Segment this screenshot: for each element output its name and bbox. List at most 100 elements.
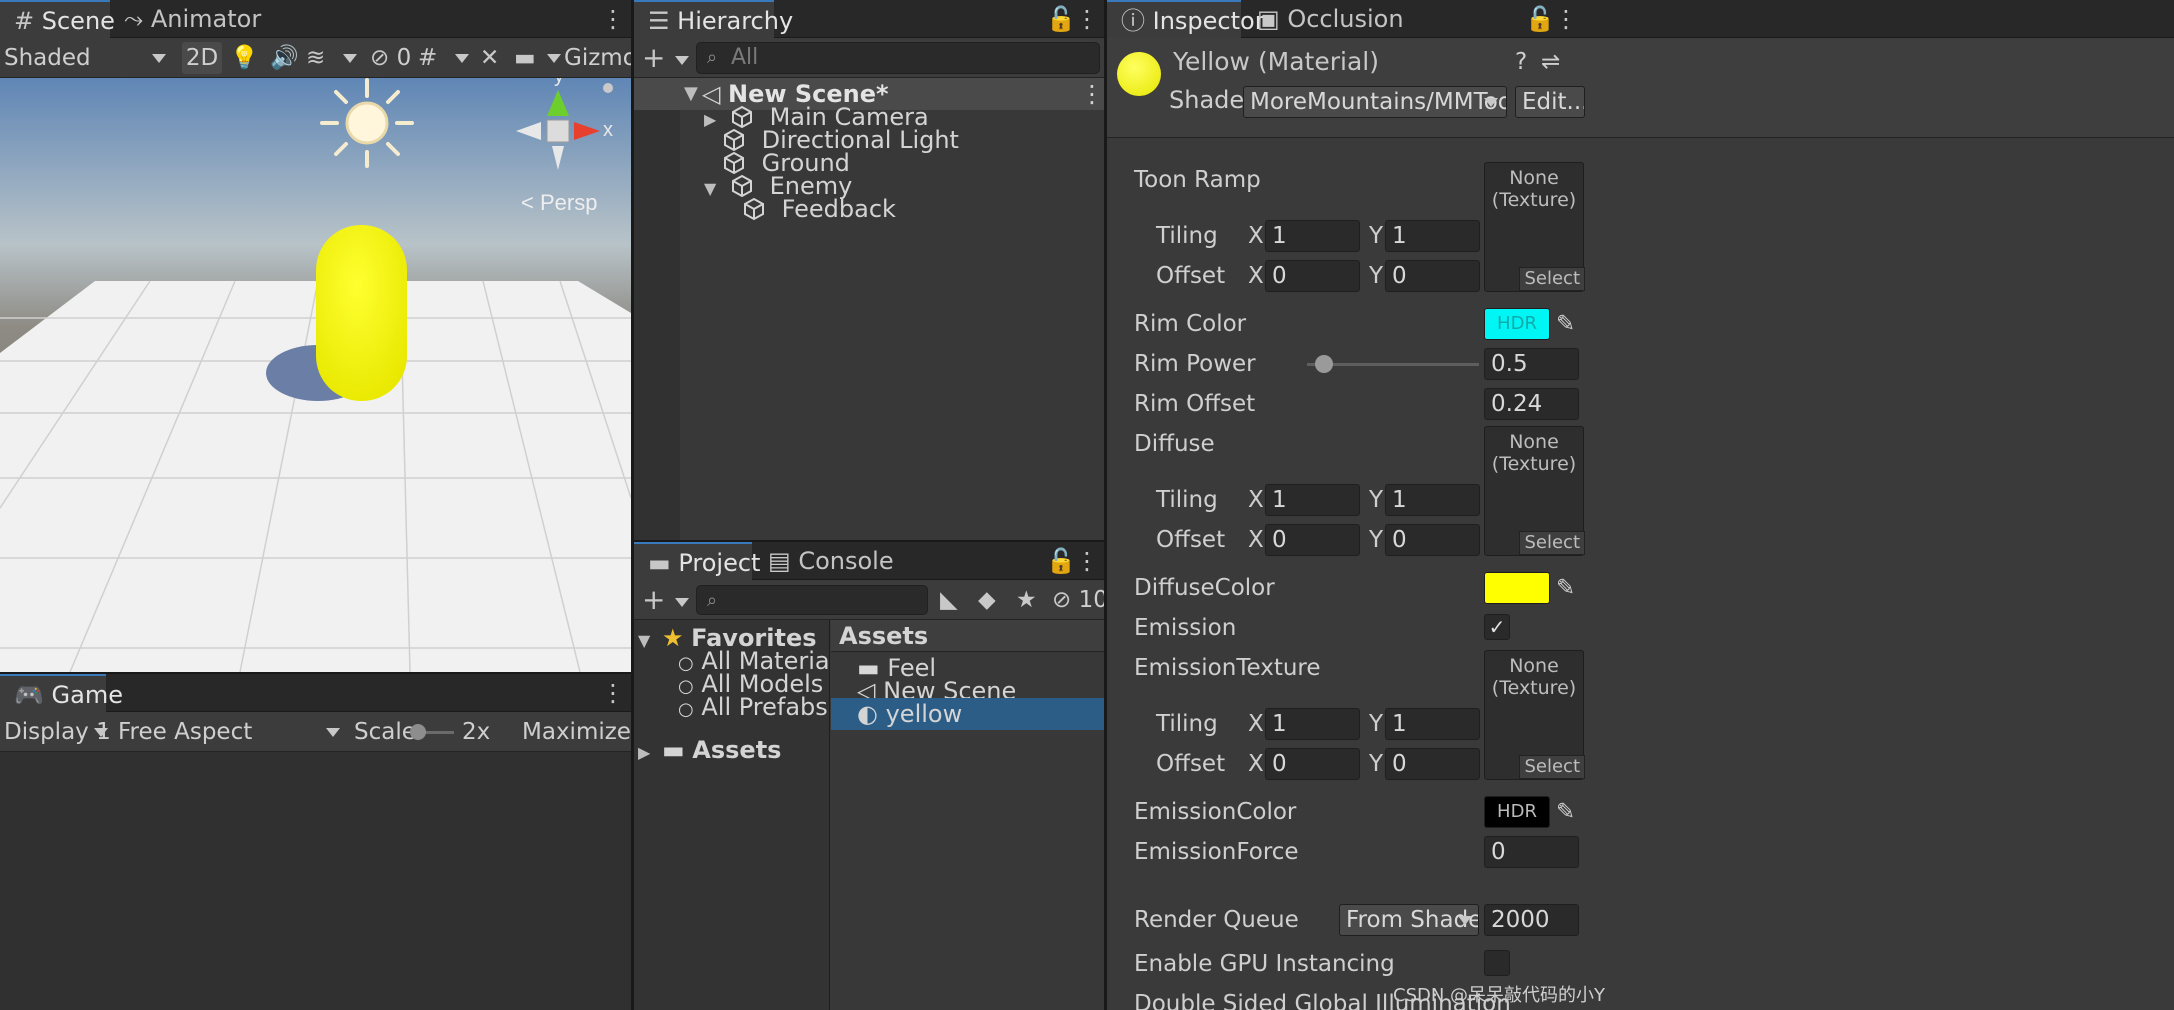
rim-color-swatch[interactable]: HDR bbox=[1484, 308, 1550, 340]
create-button[interactable]: + bbox=[642, 42, 692, 74]
toggle-2d-button[interactable]: 2D bbox=[182, 42, 222, 74]
tab-game[interactable]: 🎮 Game bbox=[0, 674, 123, 712]
camera-icon: ▬ bbox=[514, 45, 536, 71]
rim-power-value[interactable]: 0.5 bbox=[1484, 348, 1579, 380]
asset-item-yellow[interactable]: ◐ yellow bbox=[831, 698, 1104, 730]
plus-icon: + bbox=[642, 41, 666, 74]
eyedropper-icon[interactable]: ✎ bbox=[1556, 572, 1575, 604]
hierarchy-search-input[interactable]: ⌕ All bbox=[696, 42, 1100, 74]
assets-tree-row[interactable]: ▶ ▬ Assets bbox=[638, 734, 781, 766]
emission-offset-y[interactable]: 0 bbox=[1385, 748, 1480, 780]
tab-hierarchy[interactable]: ☰ Hierarchy bbox=[634, 0, 793, 38]
help-icon[interactable]: ? bbox=[1515, 46, 1527, 78]
tools-button[interactable]: ✕ bbox=[480, 42, 508, 74]
search-icon: ⌕ bbox=[707, 590, 718, 611]
hidden-objects-toggle[interactable]: ⊘ 0 bbox=[370, 42, 412, 74]
rim-power-slider-thumb[interactable] bbox=[1315, 355, 1333, 373]
texture-select-button[interactable]: Select bbox=[1519, 755, 1585, 779]
emission-tiling-y[interactable]: 1 bbox=[1385, 708, 1480, 740]
kebab-menu-icon: ⋮ bbox=[1554, 5, 1578, 33]
diffuse-texture-slot[interactable]: None (Texture) Select bbox=[1484, 426, 1585, 556]
project-lock-button[interactable]: 🔓 bbox=[1046, 542, 1076, 580]
tab-inspector[interactable]: ⓘ Inspector bbox=[1107, 0, 1265, 38]
kebab-menu-icon: ⋮ bbox=[1075, 547, 1099, 575]
camera-dropdown[interactable]: ▬ bbox=[514, 42, 562, 74]
gizmos-dropdown[interactable]: Gizmos bbox=[564, 42, 631, 74]
shader-dropdown[interactable]: MoreMountains/MMToon bbox=[1243, 86, 1507, 118]
x-label: X bbox=[1248, 263, 1264, 289]
scene-menu-button[interactable]: ⋮ bbox=[598, 0, 628, 38]
tab-scene[interactable]: # Scene bbox=[0, 0, 115, 38]
game-menu-button[interactable]: ⋮ bbox=[598, 674, 628, 712]
favorite-all-prefabs[interactable]: ○ All Prefabs bbox=[678, 691, 828, 723]
project-search-input[interactable]: ⌕ bbox=[696, 585, 928, 615]
toon-ramp-offset-x[interactable]: 0 bbox=[1265, 260, 1360, 292]
audio-toggle[interactable]: 🔊 bbox=[270, 42, 300, 74]
diffuse-offset-y[interactable]: 0 bbox=[1385, 524, 1480, 556]
eyedropper-icon[interactable]: ✎ bbox=[1556, 308, 1575, 340]
gpu-instancing-checkbox[interactable] bbox=[1484, 950, 1510, 976]
toon-ramp-tiling-x[interactable]: 1 bbox=[1265, 220, 1360, 252]
toon-ramp-offset-y[interactable]: 0 bbox=[1385, 260, 1480, 292]
hash-icon: # bbox=[14, 7, 35, 35]
rim-offset-value[interactable]: 0.24 bbox=[1484, 388, 1579, 420]
effects-toggle[interactable]: ≋ bbox=[306, 42, 366, 74]
lighting-toggle[interactable]: 💡 bbox=[230, 42, 260, 74]
favorite-button[interactable]: ★ bbox=[1016, 584, 1044, 616]
emission-color-swatch[interactable]: HDR bbox=[1484, 796, 1550, 828]
diffuse-label: Diffuse bbox=[1134, 431, 1215, 457]
rim-power-slider[interactable] bbox=[1307, 352, 1479, 376]
scene-viewport[interactable]: y x Persp < bbox=[0, 78, 631, 672]
tab-project[interactable]: ▬ Project bbox=[634, 542, 760, 580]
filter-by-type-button[interactable]: ◣ bbox=[940, 584, 968, 616]
project-menu-button[interactable]: ⋮ bbox=[1074, 542, 1100, 580]
chevron-down-icon bbox=[674, 598, 689, 607]
scale-slider-thumb[interactable] bbox=[410, 724, 426, 740]
emission-texture-slot[interactable]: None (Texture) Select bbox=[1484, 650, 1585, 780]
diffuse-offset-x[interactable]: 0 bbox=[1265, 524, 1360, 556]
diffuse-tiling-y[interactable]: 1 bbox=[1385, 484, 1480, 516]
toon-ramp-tiling-y[interactable]: 1 bbox=[1385, 220, 1480, 252]
gameobject-cube-icon bbox=[744, 197, 764, 221]
hierarchy-item-feedback[interactable]: Feedback bbox=[742, 193, 896, 225]
filter-by-label-button[interactable]: ◆ bbox=[978, 584, 1006, 616]
toon-ramp-label: Toon Ramp bbox=[1134, 167, 1261, 193]
emission-offset-x[interactable]: 0 bbox=[1265, 748, 1360, 780]
emission-tiling-x[interactable]: 1 bbox=[1265, 708, 1360, 740]
render-queue-value[interactable]: 2000 bbox=[1484, 904, 1579, 936]
tab-occlusion[interactable]: ▣ Occlusion bbox=[1243, 0, 1418, 38]
inspector-panel: ⓘ Inspector ▣ Occlusion 🔓 ⋮ Yellow (Mate… bbox=[1107, 0, 2174, 1010]
hidden-packages-toggle[interactable]: ⊘ 10 bbox=[1052, 584, 1104, 616]
grid-toggle[interactable]: # bbox=[418, 42, 472, 74]
diffuse-tiling-x[interactable]: 1 bbox=[1265, 484, 1360, 516]
project-create-button[interactable]: + bbox=[642, 584, 692, 616]
aspect-dropdown[interactable]: Free Aspect bbox=[118, 716, 344, 748]
material-icon: ◐ bbox=[857, 700, 878, 728]
console-icon: ▤ bbox=[768, 547, 791, 575]
settings-sliders-icon[interactable]: ⇌ bbox=[1541, 46, 1560, 78]
hierarchy-panel: ☰ Hierarchy 🔓 ⋮ + ⌕ All ▼ ◁ New Scene* ⋮… bbox=[634, 0, 1104, 540]
emission-force-value[interactable]: 0 bbox=[1484, 836, 1579, 868]
maximize-on-play-toggle[interactable]: Maximize On bbox=[522, 716, 631, 748]
render-queue-mode-dropdown[interactable]: From Shader bbox=[1339, 904, 1479, 936]
emission-checkbox[interactable]: ✓ bbox=[1484, 614, 1510, 640]
shading-mode-dropdown[interactable]: Shaded bbox=[4, 42, 170, 74]
texture-select-button[interactable]: Select bbox=[1519, 531, 1585, 555]
y-label: Y bbox=[1369, 487, 1384, 513]
tab-animator[interactable]: ⤳ Animator bbox=[110, 0, 275, 38]
display-dropdown[interactable]: Display 1 bbox=[4, 716, 111, 748]
tab-console[interactable]: ▤ Console bbox=[754, 542, 908, 580]
inspector-menu-button[interactable]: ⋮ bbox=[1553, 0, 1579, 38]
hierarchy-menu-button[interactable]: ⋮ bbox=[1074, 0, 1100, 38]
diffuse-color-swatch[interactable] bbox=[1484, 572, 1550, 604]
x-label: X bbox=[1248, 711, 1264, 737]
edit-shader-button[interactable]: Edit... bbox=[1515, 86, 1585, 118]
texture-select-button[interactable]: Select bbox=[1519, 267, 1585, 291]
eyedropper-icon[interactable]: ✎ bbox=[1556, 796, 1575, 828]
scale-slider[interactable] bbox=[410, 716, 456, 748]
offset-label: Offset bbox=[1156, 263, 1226, 289]
inspector-lock-button[interactable]: 🔓 bbox=[1525, 0, 1555, 38]
star-icon: ★ bbox=[1016, 587, 1037, 613]
toon-ramp-texture-slot[interactable]: None (Texture) Select bbox=[1484, 162, 1585, 292]
hierarchy-lock-button[interactable]: 🔓 bbox=[1046, 0, 1076, 38]
